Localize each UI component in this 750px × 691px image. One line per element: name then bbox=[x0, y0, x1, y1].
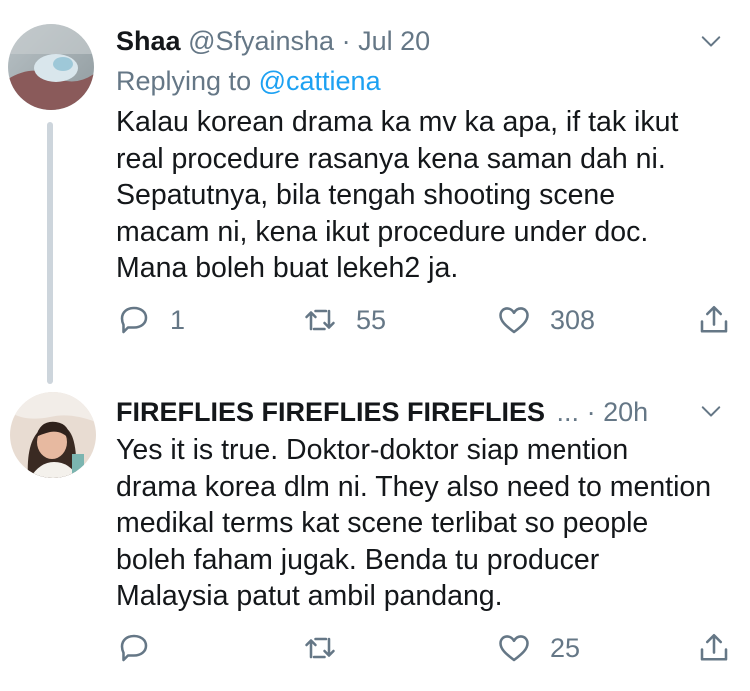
tweet-text-line: Malaysia patut ambil pandang. bbox=[116, 580, 503, 612]
tweet-header: Shaa @Sfyainsha · Jul 20 bbox=[116, 24, 730, 58]
retweet-button[interactable] bbox=[302, 630, 356, 666]
avatar-image bbox=[10, 392, 96, 478]
tweet-text-line: drama korea dlm ni. They also need to me… bbox=[116, 470, 712, 503]
tweet-text-line: Sepatutnya, bila tengah shooting scene bbox=[116, 179, 616, 211]
retweet-icon bbox=[305, 637, 335, 659]
retweet-count: 55 bbox=[356, 304, 387, 335]
reply-icon bbox=[120, 634, 148, 662]
like-count: 25 bbox=[550, 632, 581, 663]
share-button[interactable] bbox=[696, 630, 732, 666]
reply-button[interactable]: 1 bbox=[116, 302, 185, 338]
display-name[interactable]: FIREFLIES FIREFLIES FIREFLIES bbox=[116, 397, 545, 427]
separator: · bbox=[586, 397, 596, 427]
tweet-text-line: Mana boleh buat lekeh2 ja. bbox=[116, 252, 459, 284]
timestamp[interactable]: 20h bbox=[603, 397, 648, 427]
replying-to-label: Replying to bbox=[116, 66, 252, 96]
retweet-button[interactable]: 55 bbox=[302, 302, 386, 338]
tweet-text-line: real procedure rasanya kena saman dah ni… bbox=[116, 142, 666, 175]
replying-to: Replying to @cattiena bbox=[116, 64, 381, 98]
tweet[interactable]: Shaa @Sfyainsha · Jul 20 Replying to @ca… bbox=[0, 0, 750, 384]
avatar[interactable] bbox=[8, 24, 94, 110]
heart-icon bbox=[499, 307, 529, 334]
display-name[interactable]: Shaa bbox=[116, 26, 181, 56]
tweet-actions: 1 55 308 bbox=[116, 302, 732, 342]
like-button[interactable]: 308 bbox=[496, 302, 595, 338]
tweet-text: Yes it is true. Doktor-doktor siap menti… bbox=[116, 432, 732, 615]
share-icon bbox=[700, 305, 728, 333]
heart-icon bbox=[499, 635, 529, 662]
reply-icon bbox=[120, 306, 148, 334]
tweet-actions: 25 bbox=[116, 630, 732, 670]
tweet-text-line: boleh faham jugak. Benda tu producer bbox=[116, 543, 600, 576]
user-handle[interactable]: @Sfyainsha bbox=[188, 26, 334, 56]
replying-to-mention[interactable]: @cattiena bbox=[259, 66, 381, 96]
tweet-text-line: medikal terms kat scene terlibat so peop… bbox=[116, 507, 649, 539]
avatar-image bbox=[8, 24, 94, 110]
timestamp[interactable]: Jul 20 bbox=[358, 26, 430, 56]
avatar[interactable] bbox=[10, 392, 96, 478]
name-ellipsis: ... bbox=[556, 397, 580, 427]
thread-line bbox=[47, 122, 53, 384]
like-count: 308 bbox=[550, 304, 596, 335]
tweet-text: Kalau korean drama ka mv ka apa, if tak … bbox=[116, 104, 732, 287]
reply-button[interactable] bbox=[116, 630, 170, 666]
share-icon bbox=[700, 633, 728, 661]
chevron-down-icon[interactable] bbox=[700, 30, 722, 52]
share-button[interactable] bbox=[696, 302, 732, 338]
separator: · bbox=[341, 26, 351, 56]
retweet-icon bbox=[305, 309, 335, 331]
chevron-down-icon[interactable] bbox=[700, 400, 722, 422]
tweet-text-line: Kalau korean drama ka mv ka apa, if tak … bbox=[116, 106, 679, 138]
like-button[interactable]: 25 bbox=[496, 630, 580, 666]
tweet-header: FIREFLIES FIREFLIES FIREFLIES ... · 20h bbox=[116, 395, 730, 429]
tweet-text-line: Yes it is true. Doktor-doktor siap menti… bbox=[116, 434, 629, 466]
tweet[interactable]: FIREFLIES FIREFLIES FIREFLIES ... · 20h … bbox=[0, 380, 750, 691]
tweet-text-line: macam ni, kena ikut procedure under doc. bbox=[116, 215, 649, 248]
reply-count: 1 bbox=[170, 304, 186, 335]
